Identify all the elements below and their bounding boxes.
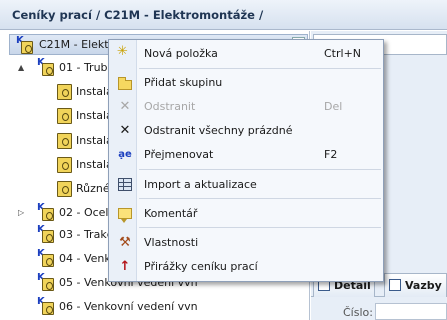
expand-arrow-icon[interactable]: ▷ [18,208,24,217]
context-menu: ✳ Nová položka Ctrl+N Přidat skupinu ✕ O… [108,39,384,282]
item-group-icon [55,107,73,125]
cislo-label: Číslo: [343,306,373,319]
window-title-bar: Ceníky prací / C21M - Elektromontáže / [0,0,447,30]
rename-icon: ạe [118,149,132,160]
comment-icon [118,208,132,223]
collapse-arrow-icon[interactable]: ▲ [18,63,24,72]
menu-separator [139,169,381,170]
menu-item-label: Přejmenovat [144,148,214,161]
delete-x-icon: ✕ [119,99,131,114]
catalog-k-icon: K [37,57,55,77]
menu-item-label: Komentář [144,207,198,220]
tab-label: Vazby [405,279,442,292]
catalog-k-icon: K [16,35,34,55]
menu-item-label: Odstranit [144,100,196,113]
menu-item-add-group[interactable]: Přidat skupinu [109,71,383,95]
tree-row-label: 06 - Venkovní vedení vvn [59,300,198,313]
item-group-icon [55,83,73,101]
menu-item-shortcut: Ctrl+N [324,47,362,60]
menu-separator [139,227,381,228]
item-group-icon [55,132,73,150]
cislo-field[interactable] [375,303,447,320]
catalog-k-icon: K [37,248,55,268]
menu-separator [139,198,381,199]
catalog-k-icon: K [37,272,55,292]
menu-item-shortcut: Del [324,100,343,113]
links-tab-icon [389,279,401,291]
window-title: Ceníky prací / C21M - Elektromontáže / [12,8,264,22]
menu-item-label: Přidat skupinu [144,76,223,89]
menu-item-delete[interactable]: ✕ Odstranit Del [109,95,383,119]
surcharges-icon: ↑ [119,259,131,274]
menu-item-delete-all-empty[interactable]: ✕ Odstranit všechny prázdné [109,119,383,143]
tree-row-label: Různé [76,182,110,195]
menu-item-label: Vlastnosti [144,236,199,249]
menu-separator [139,68,381,69]
menu-item-label: Přirážky ceníku prací [144,260,258,273]
delete-all-empty-icon: ✕ [119,123,131,138]
menu-item-new-item[interactable]: ✳ Nová položka Ctrl+N [109,42,383,66]
add-group-folder-icon [118,77,132,90]
menu-item-label: Odstranit všechny prázdné [144,124,293,137]
menu-item-properties[interactable]: ⚒ Vlastnosti [109,231,383,255]
menu-item-label: Import a aktualizace [144,178,257,191]
catalog-k-icon: K [37,202,55,222]
menu-item-comment[interactable]: Komentář [109,202,383,226]
menu-item-rename[interactable]: ạe Přejmenovat F2 [109,143,383,167]
menu-item-label: Nová položka [144,47,218,60]
new-item-icon: ✳ [117,44,128,59]
tab-vazby[interactable]: Vazby [384,273,447,297]
catalog-k-icon: K [37,224,55,244]
menu-item-shortcut: F2 [324,148,338,161]
menu-item-import[interactable]: Import a aktualizace [109,173,383,197]
item-group-icon [55,156,73,174]
import-icon [118,178,132,191]
menu-item-surcharges[interactable]: ↑ Přirážky ceníku prací [109,255,383,279]
properties-tools-icon: ⚒ [119,235,131,250]
catalog-k-icon: K [37,296,55,316]
item-group-icon [55,180,73,198]
